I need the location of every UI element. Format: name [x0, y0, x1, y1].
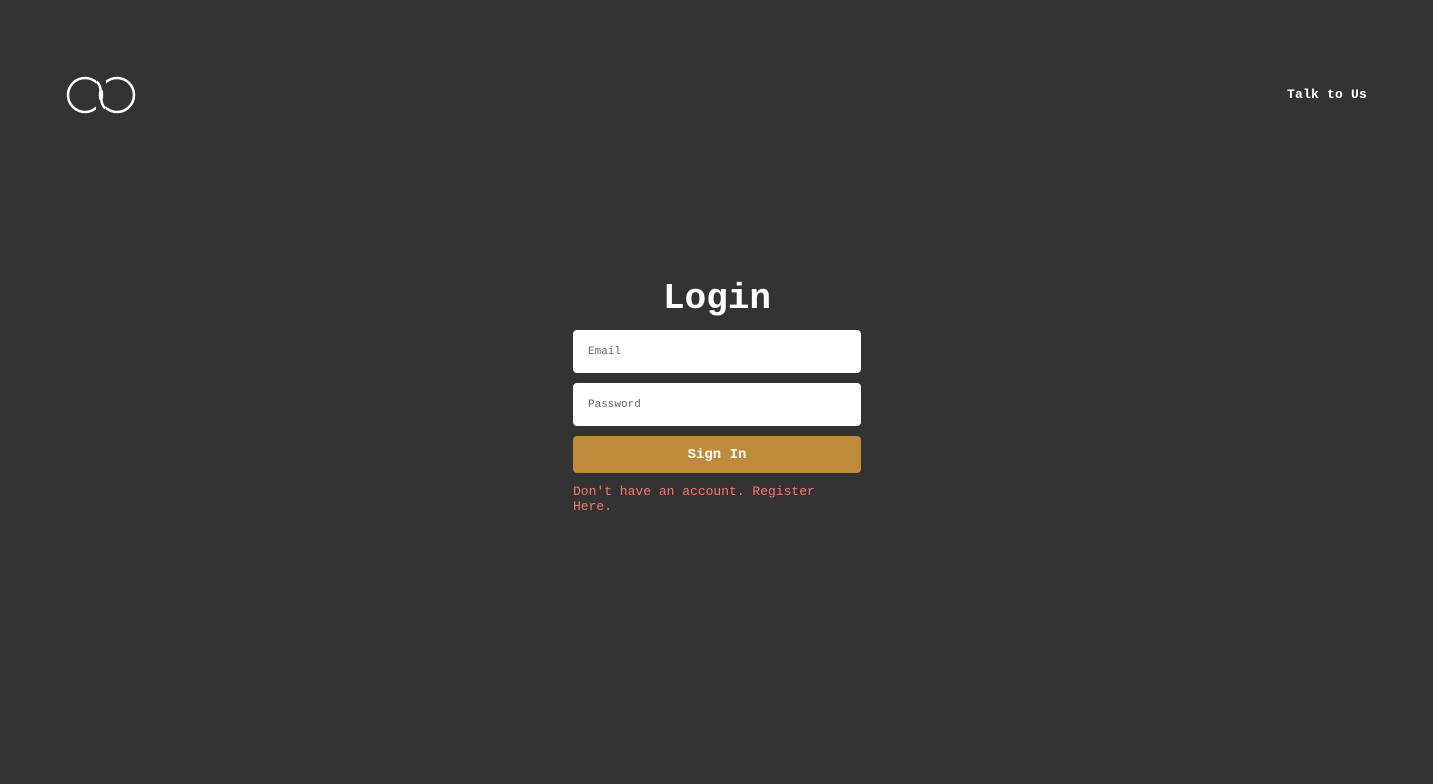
email-field[interactable] — [573, 330, 861, 373]
page-title: Login — [662, 278, 772, 319]
talk-to-us-link[interactable]: Talk to Us — [1287, 87, 1367, 102]
password-field[interactable] — [573, 383, 861, 426]
register-link[interactable]: Don't have an account. Register Here. — [573, 484, 823, 514]
page: Talk to Us Login Sign In Don't have an a… — [0, 0, 1433, 784]
login-form: Login Sign In Don't have an account. Reg… — [573, 278, 861, 514]
logo-icon[interactable] — [66, 75, 138, 115]
sign-in-button[interactable]: Sign In — [573, 436, 861, 473]
